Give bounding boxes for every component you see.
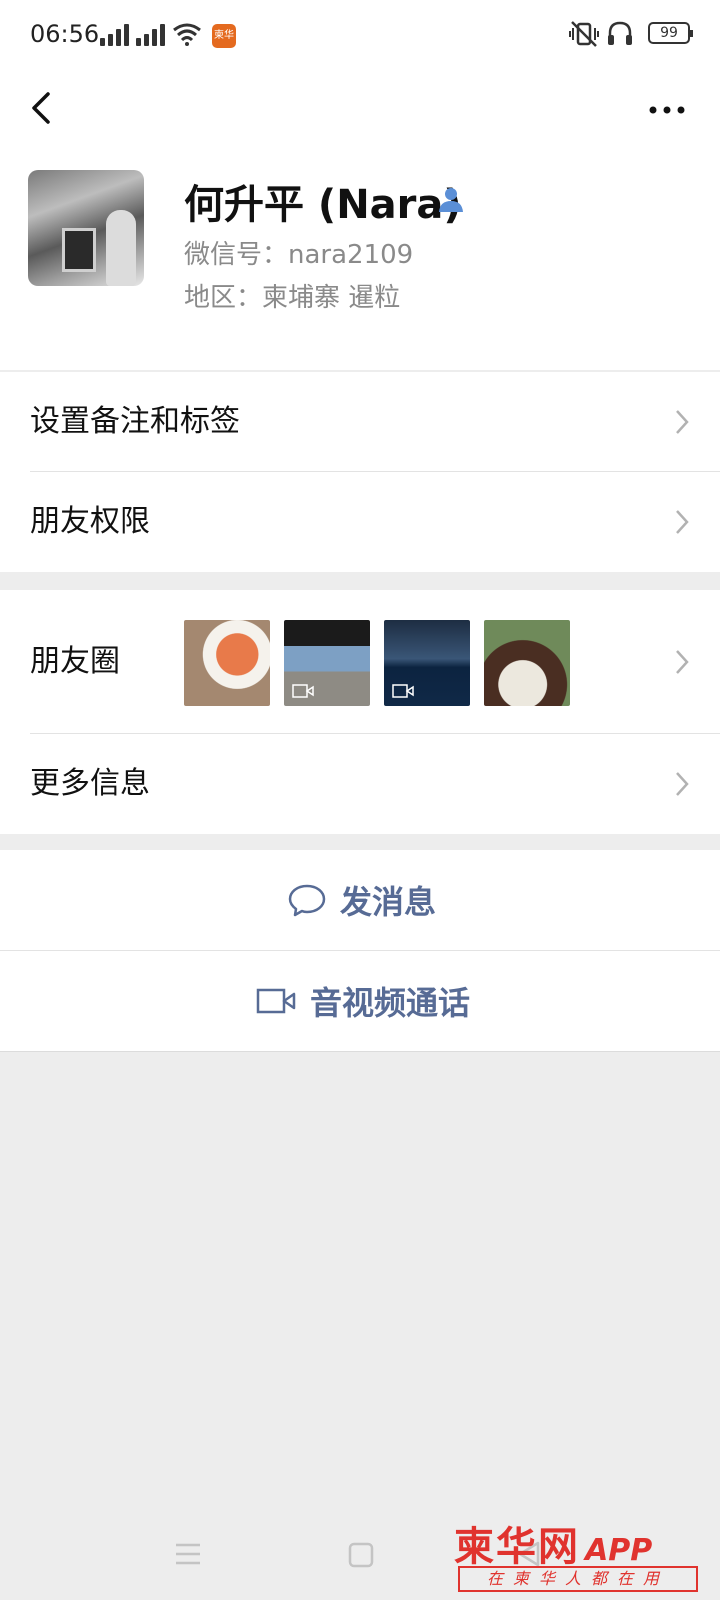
headphones-icon bbox=[608, 21, 632, 45]
remarks-tags-label: 设置备注和标签 bbox=[30, 404, 240, 439]
contact-person-icon bbox=[439, 188, 463, 212]
avatar-photo-person bbox=[106, 210, 136, 286]
menu-icon[interactable] bbox=[174, 1542, 202, 1566]
more-info-row[interactable]: 更多信息 bbox=[0, 734, 720, 834]
send-message-button[interactable]: 发消息 bbox=[0, 850, 720, 950]
avatar[interactable] bbox=[28, 170, 144, 286]
more-options-icon[interactable] bbox=[642, 90, 692, 130]
friend-permissions-row[interactable]: 朋友权限 bbox=[0, 472, 720, 572]
watermark: 柬华网 APP 在柬华人都在用 bbox=[454, 1514, 704, 1594]
watermark-logo: 柬华网 bbox=[454, 1524, 580, 1570]
video-icon bbox=[392, 684, 414, 698]
friend-permissions-label: 朋友权限 bbox=[30, 504, 150, 539]
wechat-id: 微信号：nara2109 bbox=[184, 240, 414, 270]
contact-name: 何升平 (Nara) bbox=[184, 182, 462, 228]
divider bbox=[0, 1051, 720, 1052]
signal-icon bbox=[100, 22, 129, 46]
watermark-slogan: 在柬华人都在用 bbox=[458, 1566, 698, 1592]
wifi-icon bbox=[173, 23, 201, 46]
back-icon[interactable] bbox=[14, 80, 74, 140]
chevron-right-icon bbox=[676, 510, 689, 534]
moments-thumbnail-2 bbox=[284, 620, 370, 706]
vibrate-off-icon bbox=[569, 21, 599, 47]
send-message-label: 发消息 bbox=[340, 883, 437, 921]
video-icon bbox=[292, 684, 314, 698]
moments-label: 朋友圈 bbox=[30, 644, 120, 679]
battery-indicator: 99 bbox=[648, 22, 693, 44]
signal-icon-2 bbox=[136, 22, 165, 46]
status-bar: 06:56 柬华网 99 bbox=[0, 0, 720, 72]
chevron-right-icon bbox=[676, 650, 689, 674]
av-call-label: 音视频通话 bbox=[310, 984, 471, 1022]
status-time: 06:56 bbox=[30, 20, 100, 48]
moments-section: 朋友圈 更多信息 bbox=[0, 590, 720, 834]
chevron-right-icon bbox=[676, 410, 689, 434]
moments-row[interactable]: 朋友圈 bbox=[0, 590, 720, 734]
more-info-label: 更多信息 bbox=[30, 766, 150, 801]
moments-thumbnail-1 bbox=[184, 620, 270, 706]
avatar-photo-window bbox=[62, 228, 96, 272]
remarks-tags-row[interactable]: 设置备注和标签 bbox=[0, 372, 720, 472]
chevron-right-icon bbox=[676, 772, 689, 796]
settings-section: 设置备注和标签 朋友权限 bbox=[0, 372, 720, 572]
profile-header: 何升平 (Nara) 微信号：nara2109 地区：柬埔寨 暹粒 bbox=[0, 152, 720, 370]
app-notification-icon: 柬华网 bbox=[212, 24, 236, 65]
chat-bubble-icon bbox=[288, 884, 326, 917]
watermark-app: APP bbox=[585, 1533, 653, 1568]
av-call-button[interactable]: 音视频通话 bbox=[0, 951, 720, 1051]
video-call-icon bbox=[256, 988, 296, 1014]
region: 地区：柬埔寨 暹粒 bbox=[184, 283, 401, 313]
moments-thumbnail-3 bbox=[384, 620, 470, 706]
moments-thumbnail-4 bbox=[484, 620, 570, 706]
home-icon[interactable] bbox=[348, 1542, 374, 1568]
nav-bar bbox=[0, 72, 720, 152]
